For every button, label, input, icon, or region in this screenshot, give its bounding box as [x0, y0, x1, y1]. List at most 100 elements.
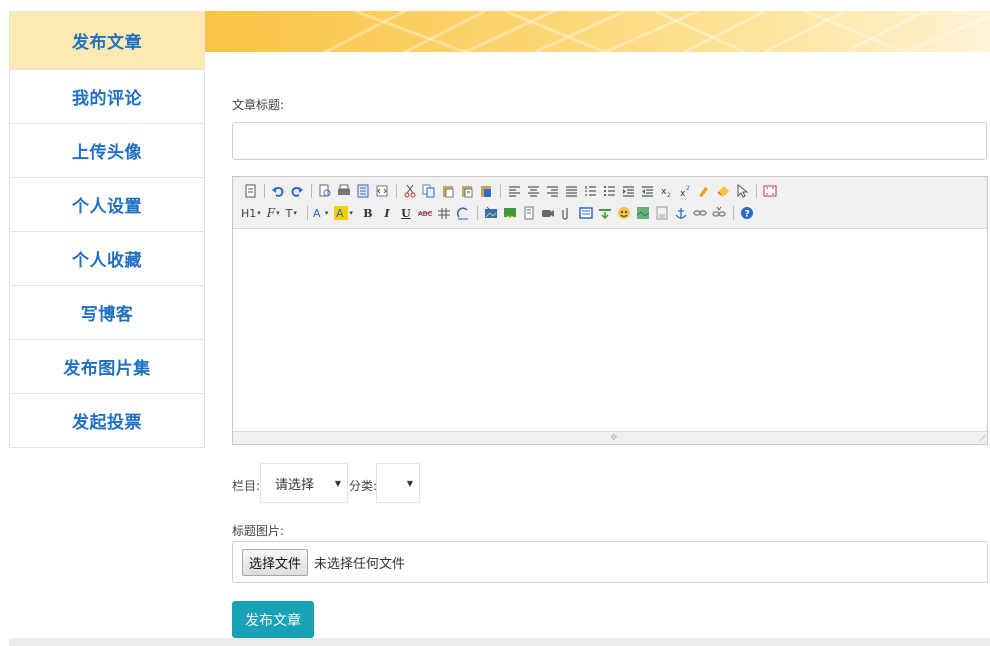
toolbar-row-2: H1 ▾ F ▾ T ▾ A ▾ A ▾ B I U ABC ?: [241, 202, 981, 224]
column-select-value: 请选择: [275, 477, 315, 493]
sidebar-item-upload-avatar[interactable]: 上传头像: [10, 123, 204, 177]
rich-text-editor[interactable]: x2 x2 H1 ▾ F ▾ T ▾ A ▾ A ▾ B I U ABC ? ✥…: [232, 176, 988, 445]
attachment-icon[interactable]: [558, 204, 576, 222]
heading-dropdown[interactable]: H1 ▾: [241, 207, 261, 220]
font-color-button[interactable]: A ▾: [312, 207, 329, 219]
chevron-down-icon: ▾: [293, 209, 297, 217]
svg-text:2: 2: [667, 192, 671, 197]
category-label: 分类:: [349, 479, 378, 493]
paste-word-icon[interactable]: [477, 182, 495, 200]
insert-video-icon[interactable]: [539, 204, 557, 222]
sidebar-item-label: 个人收藏: [72, 251, 142, 271]
outdent-icon[interactable]: [638, 182, 656, 200]
title-input[interactable]: [232, 122, 987, 160]
chevron-down-icon: ▼: [406, 478, 413, 488]
template-icon[interactable]: [354, 182, 372, 200]
column-select[interactable]: 请选择 ▼: [260, 463, 348, 503]
sidebar-item-personal-settings[interactable]: 个人设置: [10, 177, 204, 231]
superscript-icon[interactable]: x2: [676, 182, 694, 200]
sidebar-item-write-blog[interactable]: 写博客: [10, 285, 204, 339]
chevron-down-icon: ▾: [257, 209, 261, 217]
align-center-icon[interactable]: [524, 182, 542, 200]
align-right-icon[interactable]: [543, 182, 561, 200]
paste-icon[interactable]: [439, 182, 457, 200]
align-left-icon[interactable]: [505, 182, 523, 200]
insert-file-icon[interactable]: [520, 204, 538, 222]
choose-file-button[interactable]: 选择文件: [242, 548, 309, 576]
insert-image-icon[interactable]: [482, 204, 500, 222]
banner-decoration: [324, 11, 990, 52]
title-image-file-input[interactable]: 选择文件 未选择任何文件: [232, 541, 988, 583]
print-icon[interactable]: [335, 182, 353, 200]
chevron-down-icon: ▾: [349, 209, 353, 217]
editor-content-area[interactable]: [233, 229, 987, 431]
footer-divider: [9, 638, 990, 646]
eraser-icon[interactable]: [454, 204, 472, 222]
highlight-color-icon: A: [334, 206, 349, 220]
link-icon[interactable]: [691, 204, 709, 222]
sidebar: 发布文章 我的评论 上传头像 个人设置 个人收藏 写博客 发布图片集 发起投票: [9, 11, 205, 448]
heading-dropdown-label: H1: [241, 206, 257, 220]
sidebar-item-publish-gallery[interactable]: 发布图片集: [10, 339, 204, 393]
bullet-list-icon[interactable]: [600, 182, 618, 200]
help-icon[interactable]: ?: [738, 204, 756, 222]
redo-icon[interactable]: [288, 182, 306, 200]
svg-text:2: 2: [686, 185, 690, 192]
title-image-label: 标题图片:: [232, 524, 285, 538]
category-select[interactable]: ▼: [376, 463, 420, 503]
background-color-button[interactable]: A ▾: [334, 206, 353, 220]
table-icon[interactable]: [435, 204, 453, 222]
svg-text:A: A: [336, 207, 344, 220]
source-icon[interactable]: [241, 182, 259, 200]
sidebar-item-publish-article[interactable]: 发布文章: [10, 12, 204, 69]
strikethrough-icon[interactable]: ABC: [416, 204, 434, 222]
sidebar-item-label: 写博客: [80, 305, 134, 325]
map-icon[interactable]: [634, 204, 652, 222]
bold-icon[interactable]: B: [359, 204, 377, 222]
publish-article-button[interactable]: 发布文章: [232, 601, 314, 638]
format-painter-icon[interactable]: [695, 182, 713, 200]
chevron-down-icon: ▾: [324, 209, 329, 217]
sidebar-item-start-vote[interactable]: 发起投票: [10, 393, 204, 447]
resize-handle-icon[interactable]: ✥: [610, 433, 618, 443]
undo-icon[interactable]: [269, 182, 287, 200]
cut-icon[interactable]: [401, 182, 419, 200]
sidebar-item-my-comments[interactable]: 我的评论: [10, 69, 204, 123]
toolbar-row-1: x2 x2: [241, 180, 981, 202]
svg-text:ABC: ABC: [418, 210, 432, 218]
sidebar-item-label: 上传头像: [72, 143, 142, 163]
paste-text-icon[interactable]: [458, 182, 476, 200]
font-size-dropdown[interactable]: T ▾: [286, 207, 297, 220]
sidebar-item-favorites[interactable]: 个人收藏: [10, 231, 204, 285]
underline-icon[interactable]: U: [397, 204, 415, 222]
fullscreen-icon[interactable]: [761, 182, 779, 200]
emoticon-icon[interactable]: [615, 204, 633, 222]
column-label: 栏目:: [232, 479, 261, 493]
insert-frame-icon[interactable]: [577, 204, 595, 222]
preview-icon[interactable]: [316, 182, 334, 200]
anchor-icon[interactable]: [672, 204, 690, 222]
font-family-dropdown[interactable]: F ▾: [267, 206, 280, 220]
title-label: 文章标题:: [232, 98, 285, 112]
svg-text:?: ?: [744, 210, 749, 220]
insert-multi-image-icon[interactable]: [501, 204, 519, 222]
indent-icon[interactable]: [619, 182, 637, 200]
code-icon[interactable]: [373, 182, 391, 200]
align-justify-icon[interactable]: [562, 182, 580, 200]
sidebar-item-label: 我的评论: [72, 89, 142, 109]
chevron-down-icon: ▾: [276, 209, 280, 217]
unlink-icon[interactable]: [710, 204, 728, 222]
snapscreen-icon[interactable]: [653, 204, 671, 222]
clear-format-icon[interactable]: [714, 182, 732, 200]
copy-icon[interactable]: [420, 182, 438, 200]
select-all-icon[interactable]: [733, 182, 751, 200]
file-status-text: 未选择任何文件: [314, 556, 406, 572]
ordered-list-icon[interactable]: [581, 182, 599, 200]
corner-resize-grip-icon[interactable]: ⟋: [980, 434, 986, 444]
italic-icon[interactable]: I: [378, 204, 396, 222]
chevron-down-icon: ▼: [334, 478, 341, 488]
sidebar-item-label: 个人设置: [72, 197, 142, 217]
pagebreak-icon[interactable]: [596, 204, 614, 222]
header-banner: [205, 11, 990, 52]
subscript-icon[interactable]: x2: [657, 182, 675, 200]
